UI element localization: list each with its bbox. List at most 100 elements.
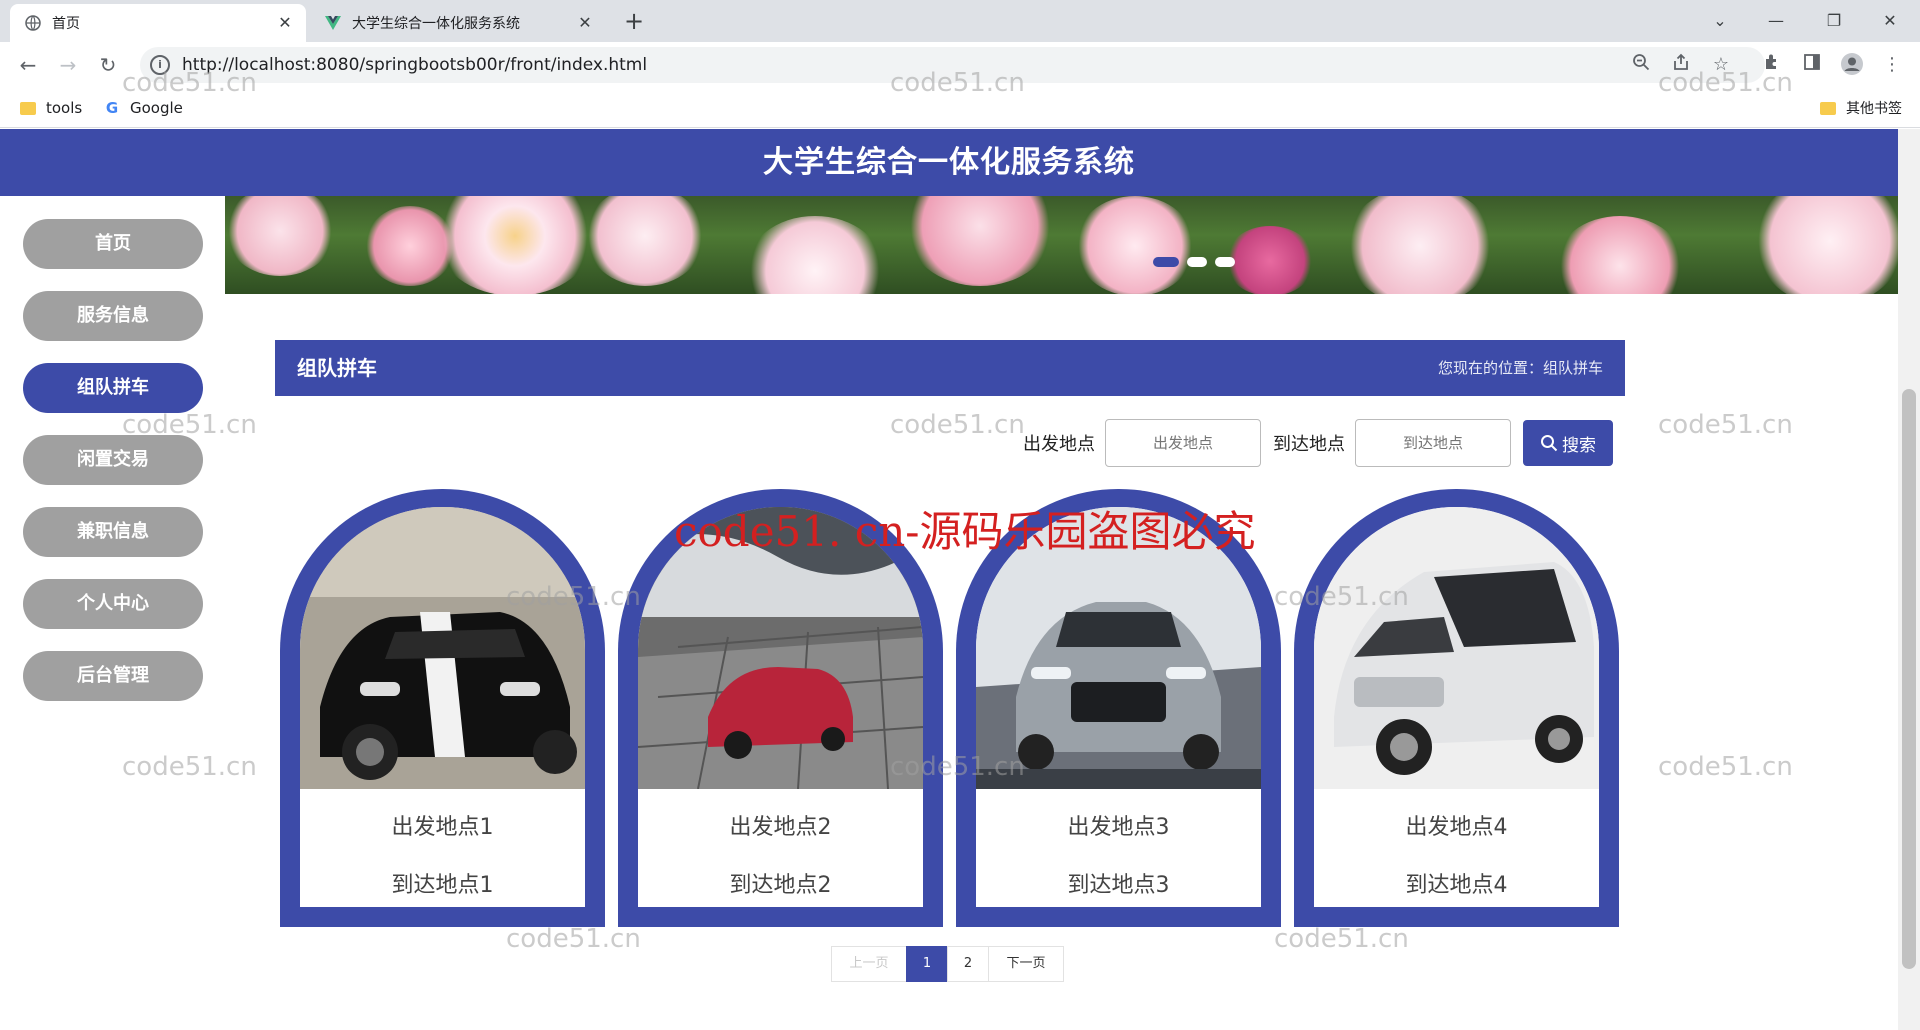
watermark: code51.cn: [1658, 752, 1793, 782]
watermark: code51.cn: [890, 410, 1025, 440]
vue-logo-icon: [324, 14, 342, 32]
other-bookmarks-label: 其他书签: [1846, 101, 1902, 117]
browser-tab-system[interactable]: 大学生综合一体化服务系统 ✕: [310, 4, 606, 42]
browser-tab-home[interactable]: 首页 ✕: [10, 4, 306, 42]
url-path: :8080/springbootsb00r/front/index.html: [310, 55, 648, 75]
search-icon: [1541, 435, 1558, 452]
forward-icon[interactable]: →: [54, 51, 82, 79]
search-button[interactable]: 搜索: [1523, 420, 1613, 466]
bookmark-label: Google: [130, 99, 183, 117]
sidebar-nav: 首页 服务信息 组队拼车 闲置交易 兼职信息 个人中心 后台管理: [23, 219, 203, 723]
sidebar-item-secondhand[interactable]: 闲置交易: [23, 435, 203, 485]
page-number-2[interactable]: 2: [947, 946, 989, 982]
card-body: 出发地点3 到达地点3: [976, 507, 1261, 907]
watermark: code51.cn: [122, 752, 257, 782]
next-page-button[interactable]: 下一页: [988, 946, 1064, 982]
peony-flower: [1225, 226, 1315, 294]
car-photo: [1314, 507, 1599, 789]
card-to: 到达地点3: [1067, 873, 1170, 898]
search-button-label: 搜索: [1562, 435, 1596, 456]
google-icon: G: [105, 99, 119, 117]
card-body: 出发地点4 到达地点4: [1314, 507, 1599, 907]
watermark: code51.cn: [506, 582, 641, 612]
prev-page-button[interactable]: 上一页: [831, 946, 907, 982]
restore-button[interactable]: ❐: [1814, 6, 1854, 36]
card-from: 出发地点1: [391, 815, 494, 840]
close-tab-icon[interactable]: ✕: [576, 14, 594, 32]
watermark: code51.cn: [1274, 924, 1409, 954]
from-label: 出发地点: [1023, 434, 1095, 455]
card-to: 到达地点1: [391, 873, 494, 898]
peony-flower: [225, 196, 335, 276]
close-tab-icon[interactable]: ✕: [276, 14, 294, 32]
section-title: 组队拼车: [297, 356, 377, 380]
bookmark-google[interactable]: G Google: [104, 96, 183, 120]
breadcrumb: 您现在的位置：组队拼车: [1437, 359, 1603, 377]
card-body: 出发地点2 到达地点2: [638, 507, 923, 907]
peony-flower: [1755, 196, 1898, 294]
peony-flower: [435, 196, 595, 294]
reload-icon[interactable]: ↻: [94, 51, 122, 79]
card-from: 出发地点2: [729, 815, 832, 840]
other-bookmarks[interactable]: 其他书签: [1820, 96, 1902, 120]
banner-carousel[interactable]: [225, 196, 1898, 294]
carousel-dot[interactable]: [1215, 257, 1235, 267]
sidebar-item-service-info[interactable]: 服务信息: [23, 291, 203, 341]
page-viewport: 大学生综合一体化服务系统 首页 服务信息 组队拼车 闲置交易 兼职信息 个人中心…: [0, 129, 1920, 1030]
card-to: 到达地点4: [1405, 873, 1508, 898]
watermark: code51.cn: [890, 68, 1025, 98]
watermark: code51.cn: [506, 924, 641, 954]
zoom-icon[interactable]: [1629, 53, 1653, 77]
tab-title: 首页: [52, 16, 80, 32]
profile-avatar-icon[interactable]: [1840, 53, 1864, 77]
carousel-dot[interactable]: [1153, 257, 1179, 267]
peony-flower: [1075, 196, 1195, 294]
folder-icon: [1820, 101, 1836, 115]
watermark: code51.cn: [1658, 68, 1793, 98]
carousel-indicators: [1153, 257, 1235, 267]
watermark: code51.cn: [122, 68, 257, 98]
sidebar-item-carpool[interactable]: 组队拼车: [23, 363, 203, 413]
sidebar-item-home[interactable]: 首页: [23, 219, 203, 269]
close-window-button[interactable]: ✕: [1870, 6, 1910, 36]
to-input[interactable]: [1355, 419, 1511, 467]
scrollbar-thumb[interactable]: [1902, 389, 1916, 969]
watermark: code51.cn: [1658, 410, 1793, 440]
bookmark-tools[interactable]: tools: [20, 96, 82, 120]
menu-icon[interactable]: ⋮: [1880, 53, 1904, 77]
watermark: code51.cn: [1274, 582, 1409, 612]
tab-search-icon[interactable]: ⌄: [1700, 6, 1740, 36]
peony-flower: [585, 196, 705, 286]
section-header: 组队拼车 您现在的位置：组队拼车: [275, 340, 1625, 396]
peony-flower: [905, 196, 1055, 286]
carpool-card[interactable]: 出发地点4 到达地点4: [1294, 489, 1619, 927]
from-input[interactable]: [1105, 419, 1261, 467]
peony-flower: [1345, 196, 1495, 294]
carousel-dot[interactable]: [1187, 257, 1207, 267]
carpool-card[interactable]: 出发地点1 到达地点1: [280, 489, 605, 927]
minimize-button[interactable]: —: [1756, 6, 1796, 36]
card-from: 出发地点3: [1067, 815, 1170, 840]
sidebar-item-admin[interactable]: 后台管理: [23, 651, 203, 701]
tab-title: 大学生综合一体化服务系统: [352, 16, 520, 32]
peony-flower: [1555, 216, 1685, 294]
folder-icon: [20, 101, 36, 115]
pagination: 上一页 1 2 下一页: [831, 946, 1064, 982]
to-label: 到达地点: [1273, 434, 1345, 455]
peony-flower: [745, 216, 885, 294]
sidebar-item-personal-center[interactable]: 个人中心: [23, 579, 203, 629]
watermark: code51.cn: [890, 752, 1025, 782]
globe-icon: [24, 14, 42, 32]
page-number-1[interactable]: 1: [906, 946, 948, 982]
side-panel-icon[interactable]: [1800, 53, 1824, 77]
browser-tab-strip: 首页 ✕ 大学生综合一体化服务系统 ✕ + ⌄ — ❐ ✕: [0, 0, 1920, 42]
card-body: 出发地点1 到达地点1: [300, 507, 585, 907]
sidebar-item-parttime[interactable]: 兼职信息: [23, 507, 203, 557]
bookmark-label: tools: [46, 99, 83, 117]
watermark: code51.cn: [122, 410, 257, 440]
site-title: 大学生综合一体化服务系统: [0, 129, 1898, 196]
new-tab-button[interactable]: +: [620, 8, 648, 36]
page-scrollbar[interactable]: [1898, 129, 1920, 1030]
card-from: 出发地点4: [1405, 815, 1508, 840]
back-icon[interactable]: ←: [14, 51, 42, 79]
